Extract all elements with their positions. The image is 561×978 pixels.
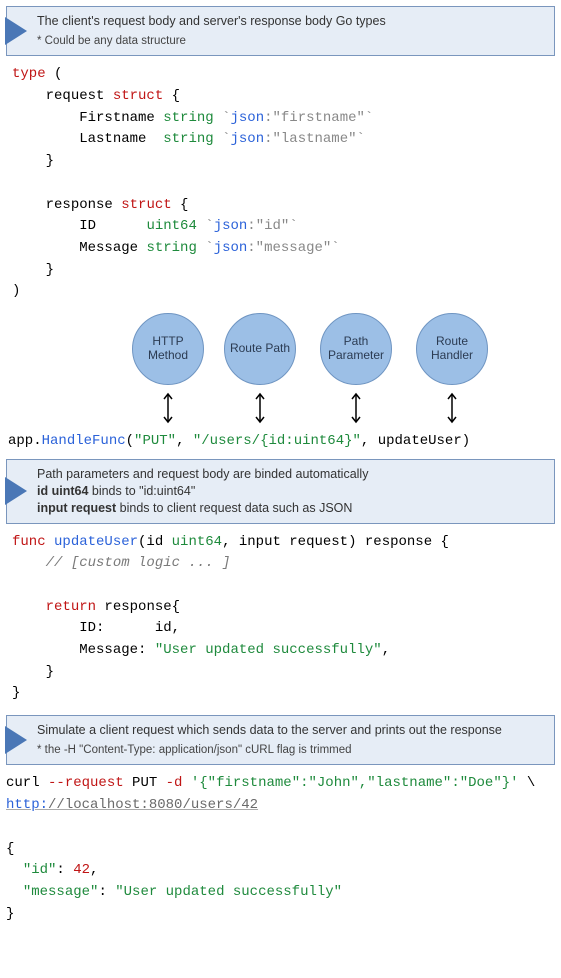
arg-route-path: "/users/{id:uint64}" bbox=[193, 433, 361, 449]
code-handlefunc: app.HandleFunc("PUT", "/users/{id:uint64… bbox=[8, 433, 553, 449]
type-response: response bbox=[46, 197, 113, 213]
annotation-bubbles: HTTP Method Route Path Path Parameter Ro… bbox=[0, 313, 561, 433]
fn-updateuser: updateUser bbox=[54, 534, 138, 550]
callout-types: The client's request body and server's r… bbox=[6, 6, 555, 56]
bubble-route-path: Route Path bbox=[224, 313, 296, 385]
fn-handlefunc: HandleFunc bbox=[42, 433, 126, 449]
callout-curl-line1: Simulate a client request which sends da… bbox=[37, 723, 502, 737]
callout-binding: Path parameters and request body are bin… bbox=[6, 459, 555, 524]
bubble-http-method: HTTP Method bbox=[132, 313, 204, 385]
arrow-down-icon bbox=[254, 391, 266, 419]
kw-type: type bbox=[12, 66, 46, 82]
field-lastname: Lastname bbox=[79, 131, 146, 147]
arrow-down-icon bbox=[162, 391, 174, 419]
type-request: request bbox=[46, 88, 105, 104]
arg-handler: updateUser bbox=[378, 433, 462, 449]
callout-types-sub: * Could be any data structure bbox=[37, 34, 544, 50]
resp-id: 42 bbox=[73, 862, 90, 878]
callout-binding-b1: id uint64 bbox=[37, 484, 88, 498]
resp-message: "User updated successfully" bbox=[115, 884, 342, 900]
curl-url: //localhost:8080/users/42 bbox=[48, 797, 258, 813]
callout-curl-sub: * the -H "Content-Type: application/json… bbox=[37, 743, 544, 759]
field-firstname: Firstname bbox=[79, 110, 155, 126]
code-curl: curl --request PUT -d '{"firstname":"Joh… bbox=[6, 773, 553, 925]
code-handler: func updateUser(id uint64, input request… bbox=[12, 532, 553, 706]
field-message: Message bbox=[79, 240, 138, 256]
callout-binding-b2: input request bbox=[37, 501, 116, 515]
bubble-path-parameter: Path Parameter bbox=[320, 313, 392, 385]
field-id: ID bbox=[79, 218, 96, 234]
callout-curl: Simulate a client request which sends da… bbox=[6, 715, 555, 765]
callout-types-title: The client's request body and server's r… bbox=[37, 14, 386, 28]
curl-body: '{"firstname":"John","lastname":"Doe"}' bbox=[191, 775, 519, 791]
arg-http-method: "PUT" bbox=[134, 433, 176, 449]
arrow-down-icon bbox=[350, 391, 362, 419]
callout-binding-line1: Path parameters and request body are bin… bbox=[37, 467, 368, 481]
comment-custom-logic: // [custom logic ... ] bbox=[46, 555, 231, 571]
bubble-route-handler: Route Handler bbox=[416, 313, 488, 385]
code-types: type ( request struct { Firstname string… bbox=[12, 64, 553, 303]
arrow-down-icon bbox=[446, 391, 458, 419]
